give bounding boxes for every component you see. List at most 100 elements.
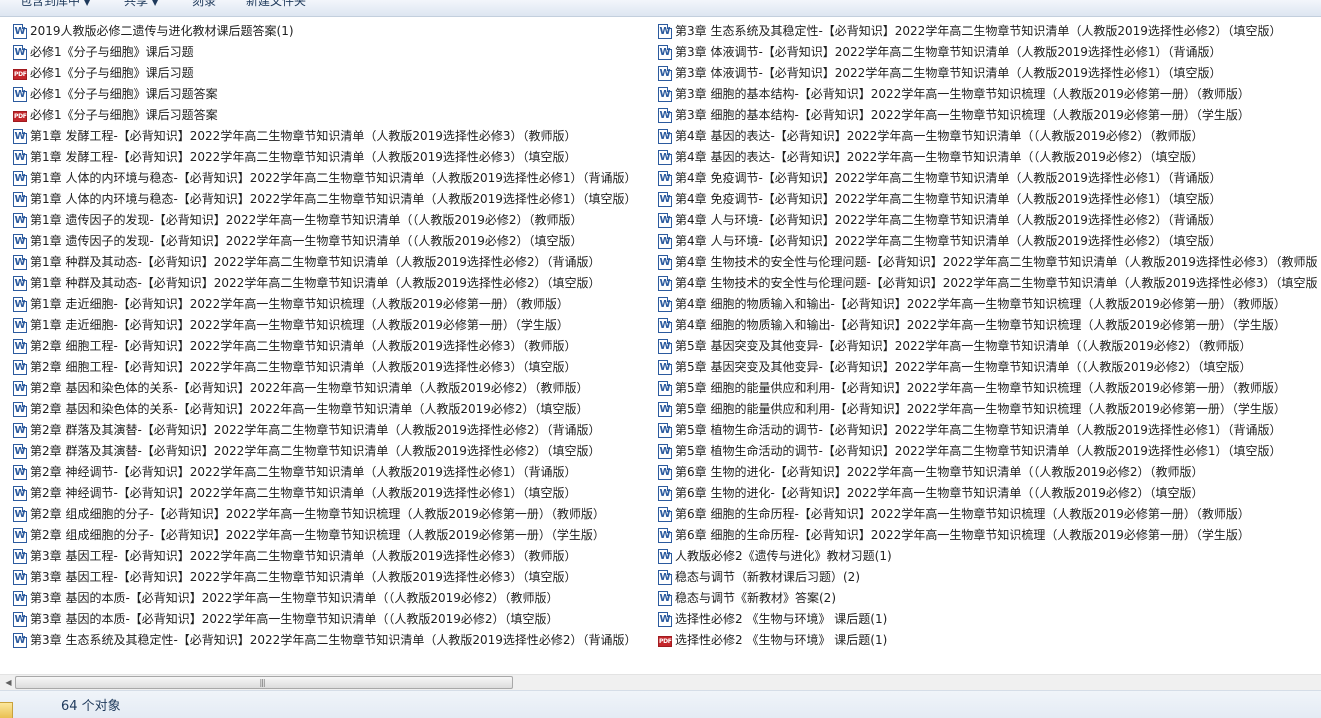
file-item[interactable]: 第2章 组成细胞的分子-【必背知识】2022学年高一生物章节知识梳理（人教版20… xyxy=(13,504,653,525)
include-in-library-button[interactable]: 包含到库中 ▼ xyxy=(20,0,90,11)
file-item[interactable]: 第1章 遗传因子的发现-【必背知识】2022学年高一生物章节知识清单（（人教版2… xyxy=(13,210,653,231)
file-name: 第3章 细胞的基本结构-【必背知识】2022学年高一生物章节知识梳理（人教版20… xyxy=(675,87,1250,101)
file-item[interactable]: 第4章 人与环境-【必背知识】2022学年高二生物章节知识清单（人教版2019选… xyxy=(658,210,1321,231)
pdf-doc-icon xyxy=(658,636,672,647)
file-item[interactable]: 稳态与调节《新教材》答案(2) xyxy=(658,588,1321,609)
status-bar: 64 个对象 xyxy=(0,690,1321,718)
file-name: 第5章 基因突变及其他变异-【必背知识】2022学年高一生物章节知识清单（（人教… xyxy=(675,360,1252,374)
file-item[interactable]: 第3章 细胞的基本结构-【必背知识】2022学年高一生物章节知识梳理（人教版20… xyxy=(658,105,1321,126)
file-item[interactable]: 第4章 细胞的物质输入和输出-【必背知识】2022学年高一生物章节知识梳理（人教… xyxy=(658,315,1321,336)
file-name: 第5章 基因突变及其他变异-【必背知识】2022学年高一生物章节知识清单（（人教… xyxy=(675,339,1252,353)
word-doc-icon xyxy=(658,45,672,60)
file-name: 第5章 植物生命活动的调节-【必背知识】2022学年高二生物章节知识清单（人教版… xyxy=(675,423,1282,437)
file-name: 第5章 细胞的能量供应和利用-【必背知识】2022学年高一生物章节知识梳理（人教… xyxy=(675,402,1286,416)
file-column-right: 第3章 生态系统及其稳定性-【必背知识】2022学年高二生物章节知识清单（人教版… xyxy=(658,21,1321,651)
file-item[interactable]: 第6章 生物的进化-【必背知识】2022学年高一生物章节知识清单（（人教版201… xyxy=(658,483,1321,504)
file-item[interactable]: 必修1《分子与细胞》课后习题 xyxy=(13,42,653,63)
new-folder-button[interactable]: 新建文件夹 xyxy=(246,0,306,11)
file-item[interactable]: 必修1《分子与细胞》课后习题 xyxy=(13,63,653,84)
file-item[interactable]: 第6章 生物的进化-【必背知识】2022学年高一生物章节知识清单（（人教版201… xyxy=(658,462,1321,483)
file-item[interactable]: 2019人教版必修二遗传与进化教材课后题答案(1) xyxy=(13,21,653,42)
word-doc-icon xyxy=(658,24,672,39)
file-item[interactable]: 第5章 植物生命活动的调节-【必背知识】2022学年高二生物章节知识清单（人教版… xyxy=(658,420,1321,441)
word-doc-icon xyxy=(13,570,27,585)
file-item[interactable]: 第3章 基因的本质-【必背知识】2022学年高一生物章节知识清单（（人教版201… xyxy=(13,588,653,609)
horizontal-scrollbar[interactable]: ◀ ||| xyxy=(0,674,1321,690)
word-doc-icon xyxy=(658,276,672,291)
file-item[interactable]: 第2章 神经调节-【必背知识】2022学年高二生物章节知识清单（人教版2019选… xyxy=(13,462,653,483)
file-name: 选择性必修2 《生物与环境》 课后题(1) xyxy=(675,612,888,626)
file-item[interactable]: 第1章 走近细胞-【必背知识】2022学年高一生物章节知识梳理（人教版2019必… xyxy=(13,315,653,336)
burn-button[interactable]: 刻录 xyxy=(192,0,216,11)
word-doc-icon xyxy=(13,507,27,522)
file-name: 第5章 植物生命活动的调节-【必背知识】2022学年高二生物章节知识清单（人教版… xyxy=(675,444,1282,458)
file-item[interactable]: 第5章 植物生命活动的调节-【必背知识】2022学年高二生物章节知识清单（人教版… xyxy=(658,441,1321,462)
file-item[interactable]: 第3章 生态系统及其稳定性-【必背知识】2022学年高二生物章节知识清单（人教版… xyxy=(13,630,653,651)
file-name: 第1章 走近细胞-【必背知识】2022学年高一生物章节知识梳理（人教版2019必… xyxy=(30,318,569,332)
file-item[interactable]: 选择性必修2 《生物与环境》 课后题(1) xyxy=(658,630,1321,651)
file-item[interactable]: 第4章 免疫调节-【必背知识】2022学年高二生物章节知识清单（人教版2019选… xyxy=(658,168,1321,189)
file-item[interactable]: 第1章 人体的内环境与稳态-【必背知识】2022学年高二生物章节知识清单（人教版… xyxy=(13,168,653,189)
file-item[interactable]: 第3章 体液调节-【必背知识】2022学年高二生物章节知识清单（人教版2019选… xyxy=(658,42,1321,63)
file-name: 第6章 细胞的生命历程-【必背知识】2022学年高一生物章节知识梳理（人教版20… xyxy=(675,528,1250,542)
file-name: 第1章 发酵工程-【必背知识】2022学年高二生物章节知识清单（人教版2019选… xyxy=(30,150,577,164)
file-item[interactable]: 第4章 生物技术的安全性与伦理问题-【必背知识】2022学年高二生物章节知识清单… xyxy=(658,273,1321,294)
file-item[interactable]: 第3章 细胞的基本结构-【必背知识】2022学年高一生物章节知识梳理（人教版20… xyxy=(658,84,1321,105)
word-doc-icon xyxy=(13,633,27,648)
file-item[interactable]: 第2章 群落及其演替-【必背知识】2022学年高二生物章节知识清单（人教版201… xyxy=(13,420,653,441)
file-item[interactable]: 第4章 细胞的物质输入和输出-【必背知识】2022学年高一生物章节知识梳理（人教… xyxy=(658,294,1321,315)
file-item[interactable]: 第3章 体液调节-【必背知识】2022学年高二生物章节知识清单（人教版2019选… xyxy=(658,63,1321,84)
file-item[interactable]: 第5章 基因突变及其他变异-【必背知识】2022学年高一生物章节知识清单（（人教… xyxy=(658,357,1321,378)
file-item[interactable]: 人教版必修2《遗传与进化》教材习题(1) xyxy=(658,546,1321,567)
file-item[interactable]: 第3章 基因工程-【必背知识】2022学年高二生物章节知识清单（人教版2019选… xyxy=(13,567,653,588)
file-item[interactable]: 第6章 细胞的生命历程-【必背知识】2022学年高一生物章节知识梳理（人教版20… xyxy=(658,504,1321,525)
word-doc-icon xyxy=(13,87,27,102)
file-item[interactable]: 第4章 免疫调节-【必背知识】2022学年高二生物章节知识清单（人教版2019选… xyxy=(658,189,1321,210)
file-item[interactable]: 选择性必修2 《生物与环境》 课后题(1) xyxy=(658,609,1321,630)
word-doc-icon xyxy=(13,612,27,627)
file-item[interactable]: 第3章 生态系统及其稳定性-【必背知识】2022学年高二生物章节知识清单（人教版… xyxy=(658,21,1321,42)
file-name: 第6章 生物的进化-【必背知识】2022学年高一生物章节知识清单（（人教版201… xyxy=(675,486,1204,500)
file-item[interactable]: 第1章 人体的内环境与稳态-【必背知识】2022学年高二生物章节知识清单（人教版… xyxy=(13,189,653,210)
file-item[interactable]: 第2章 组成细胞的分子-【必背知识】2022学年高一生物章节知识梳理（人教版20… xyxy=(13,525,653,546)
file-item[interactable]: 第6章 细胞的生命历程-【必背知识】2022学年高一生物章节知识梳理（人教版20… xyxy=(658,525,1321,546)
file-item[interactable]: 第4章 生物技术的安全性与伦理问题-【必背知识】2022学年高二生物章节知识清单… xyxy=(658,252,1321,273)
file-item[interactable]: 第5章 基因突变及其他变异-【必背知识】2022学年高一生物章节知识清单（（人教… xyxy=(658,336,1321,357)
file-item[interactable]: 第2章 细胞工程-【必背知识】2022学年高二生物章节知识清单（人教版2019选… xyxy=(13,336,653,357)
file-name: 第2章 基因和染色体的关系-【必背知识】2022年高一生物章节知识清单（人教版2… xyxy=(30,402,589,416)
file-name: 第2章 群落及其演替-【必背知识】2022学年高二生物章节知识清单（人教版201… xyxy=(30,444,601,458)
file-name: 第2章 基因和染色体的关系-【必背知识】2022年高一生物章节知识清单（人教版2… xyxy=(30,381,589,395)
file-item[interactable]: 第4章 基因的表达-【必背知识】2022学年高一生物章节知识清单（（人教版201… xyxy=(658,147,1321,168)
toolbar: 包含到库中 ▼ 共享 ▼ 刻录 新建文件夹 xyxy=(0,0,1321,17)
grip-icon: ||| xyxy=(259,678,265,687)
word-doc-icon xyxy=(13,297,27,312)
file-item[interactable]: 第1章 发酵工程-【必背知识】2022学年高二生物章节知识清单（人教版2019选… xyxy=(13,126,653,147)
file-item[interactable]: 第5章 细胞的能量供应和利用-【必背知识】2022学年高一生物章节知识梳理（人教… xyxy=(658,378,1321,399)
scrollbar-thumb[interactable]: ||| xyxy=(15,676,513,689)
file-item[interactable]: 第2章 神经调节-【必背知识】2022学年高二生物章节知识清单（人教版2019选… xyxy=(13,483,653,504)
word-doc-icon xyxy=(13,591,27,606)
file-item[interactable]: 第1章 遗传因子的发现-【必背知识】2022学年高一生物章节知识清单（（人教版2… xyxy=(13,231,653,252)
file-item[interactable]: 第2章 基因和染色体的关系-【必背知识】2022年高一生物章节知识清单（人教版2… xyxy=(13,378,653,399)
file-item[interactable]: 第2章 细胞工程-【必背知识】2022学年高二生物章节知识清单（人教版2019选… xyxy=(13,357,653,378)
file-item[interactable]: 第2章 群落及其演替-【必背知识】2022学年高二生物章节知识清单（人教版201… xyxy=(13,441,653,462)
file-item[interactable]: 必修1《分子与细胞》课后习题答案 xyxy=(13,105,653,126)
word-doc-icon xyxy=(13,234,27,249)
file-item[interactable]: 第5章 细胞的能量供应和利用-【必背知识】2022学年高一生物章节知识梳理（人教… xyxy=(658,399,1321,420)
file-item[interactable]: 第4章 基因的表达-【必背知识】2022学年高一生物章节知识清单（（人教版201… xyxy=(658,126,1321,147)
file-name: 第1章 人体的内环境与稳态-【必背知识】2022学年高二生物章节知识清单（人教版… xyxy=(30,171,637,185)
file-item[interactable]: 第4章 人与环境-【必背知识】2022学年高二生物章节知识清单（人教版2019选… xyxy=(658,231,1321,252)
file-item[interactable]: 第2章 基因和染色体的关系-【必背知识】2022年高一生物章节知识清单（人教版2… xyxy=(13,399,653,420)
file-item[interactable]: 第1章 走近细胞-【必背知识】2022学年高一生物章节知识梳理（人教版2019必… xyxy=(13,294,653,315)
scroll-left-arrow-icon[interactable]: ◀ xyxy=(2,676,15,689)
share-button[interactable]: 共享 ▼ xyxy=(124,0,158,11)
file-item[interactable]: 第1章 发酵工程-【必背知识】2022学年高二生物章节知识清单（人教版2019选… xyxy=(13,147,653,168)
file-item[interactable]: 第1章 种群及其动态-【必背知识】2022学年高二生物章节知识清单（人教版201… xyxy=(13,273,653,294)
file-item[interactable]: 稳态与调节（新教材课后习题）(2) xyxy=(658,567,1321,588)
file-name: 第2章 神经调节-【必背知识】2022学年高二生物章节知识清单（人教版2019选… xyxy=(30,465,577,479)
file-item[interactable]: 第1章 种群及其动态-【必背知识】2022学年高二生物章节知识清单（人教版201… xyxy=(13,252,653,273)
file-item[interactable]: 第3章 基因的本质-【必背知识】2022学年高一生物章节知识清单（（人教版201… xyxy=(13,609,653,630)
word-doc-icon xyxy=(658,171,672,186)
file-item[interactable]: 第3章 基因工程-【必背知识】2022学年高二生物章节知识清单（人教版2019选… xyxy=(13,546,653,567)
file-item[interactable]: 必修1《分子与细胞》课后习题答案 xyxy=(13,84,653,105)
